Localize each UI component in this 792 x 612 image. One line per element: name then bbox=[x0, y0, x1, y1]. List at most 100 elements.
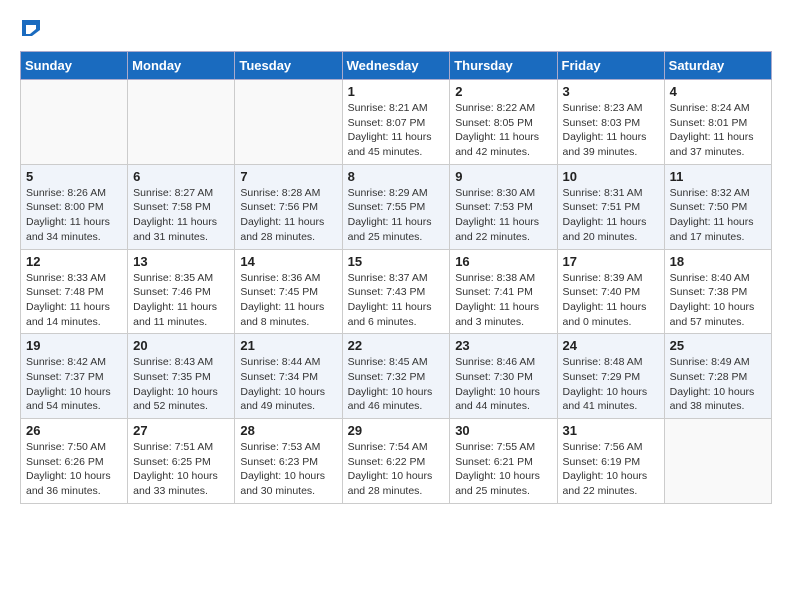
day-number: 2 bbox=[455, 84, 551, 99]
sunrise-text: Sunrise: 7:53 AM bbox=[240, 440, 336, 455]
calendar-cell: 25Sunrise: 8:49 AMSunset: 7:28 PMDayligh… bbox=[664, 334, 771, 419]
calendar-cell: 20Sunrise: 8:43 AMSunset: 7:35 PMDayligh… bbox=[128, 334, 235, 419]
sunset-text: Sunset: 6:22 PM bbox=[348, 455, 445, 470]
day-number: 13 bbox=[133, 254, 229, 269]
daylight-text: Daylight: 10 hours and 38 minutes. bbox=[670, 385, 766, 414]
sunset-text: Sunset: 8:03 PM bbox=[563, 116, 659, 131]
daylight-text: Daylight: 11 hours and 37 minutes. bbox=[670, 130, 766, 159]
sunrise-text: Sunrise: 8:48 AM bbox=[563, 355, 659, 370]
calendar-cell: 28Sunrise: 7:53 AMSunset: 6:23 PMDayligh… bbox=[235, 419, 342, 504]
day-number: 6 bbox=[133, 169, 229, 184]
day-number: 18 bbox=[670, 254, 766, 269]
sunrise-text: Sunrise: 7:50 AM bbox=[26, 440, 122, 455]
sunset-text: Sunset: 6:26 PM bbox=[26, 455, 122, 470]
col-header-friday: Friday bbox=[557, 52, 664, 80]
day-number: 14 bbox=[240, 254, 336, 269]
day-number: 11 bbox=[670, 169, 766, 184]
calendar-cell: 17Sunrise: 8:39 AMSunset: 7:40 PMDayligh… bbox=[557, 249, 664, 334]
daylight-text: Daylight: 11 hours and 31 minutes. bbox=[133, 215, 229, 244]
calendar-cell: 10Sunrise: 8:31 AMSunset: 7:51 PMDayligh… bbox=[557, 164, 664, 249]
day-number: 5 bbox=[26, 169, 122, 184]
week-row-1: 1Sunrise: 8:21 AMSunset: 8:07 PMDaylight… bbox=[21, 80, 772, 165]
day-number: 1 bbox=[348, 84, 445, 99]
day-number: 19 bbox=[26, 338, 122, 353]
calendar-cell: 16 Sunrise: 8:38 AMSunset: 7:41 PMDayligh… bbox=[450, 249, 557, 334]
daylight-text: Daylight: 11 hours and 14 minutes. bbox=[26, 300, 122, 329]
sunset-text: Sunset: 7:43 PM bbox=[348, 285, 445, 300]
sunset-text: Sunset: 7:40 PM bbox=[563, 285, 659, 300]
sunset-text: Sunset: 7:56 PM bbox=[240, 200, 336, 215]
daylight-text: Daylight: 11 hours and 25 minutes. bbox=[348, 215, 445, 244]
page-header bbox=[20, 20, 772, 41]
daylight-text: Daylight: 11 hours and 3 minutes. bbox=[455, 300, 551, 329]
daylight-text: Daylight: 11 hours and 34 minutes. bbox=[26, 215, 122, 244]
calendar-cell: 3 Sunrise: 8:23 AMSunset: 8:03 PMDaylight… bbox=[557, 80, 664, 165]
day-number: 3 bbox=[563, 84, 659, 99]
day-number: 26 bbox=[26, 423, 122, 438]
day-number: 24 bbox=[563, 338, 659, 353]
sunrise-text: Sunrise: 8:36 AM bbox=[240, 271, 336, 286]
daylight-text: Daylight: 11 hours and 42 minutes. bbox=[455, 130, 551, 159]
calendar-cell bbox=[21, 80, 128, 165]
sunset-text: Sunset: 6:21 PM bbox=[455, 455, 551, 470]
day-number: 27 bbox=[133, 423, 229, 438]
sunset-text: Sunset: 7:58 PM bbox=[133, 200, 229, 215]
sunrise-text: Sunrise: 7:55 AM bbox=[455, 440, 551, 455]
sunset-text: Sunset: 7:35 PM bbox=[133, 370, 229, 385]
day-number: 4 bbox=[670, 84, 766, 99]
calendar-cell: 30Sunrise: 7:55 AMSunset: 6:21 PMDayligh… bbox=[450, 419, 557, 504]
day-number: 7 bbox=[240, 169, 336, 184]
sunset-text: Sunset: 7:34 PM bbox=[240, 370, 336, 385]
daylight-text: Daylight: 10 hours and 30 minutes. bbox=[240, 469, 336, 498]
sunset-text: Sunset: 7:55 PM bbox=[348, 200, 445, 215]
sunrise-text: Sunrise: 8:30 AM bbox=[455, 186, 551, 201]
sunset-text: Sunset: 7:46 PM bbox=[133, 285, 229, 300]
sunset-text: Sunset: 7:51 PM bbox=[563, 200, 659, 215]
day-number: 10 bbox=[563, 169, 659, 184]
calendar-cell: 11Sunrise: 8:32 AMSunset: 7:50 PMDayligh… bbox=[664, 164, 771, 249]
daylight-text: Daylight: 11 hours and 0 minutes. bbox=[563, 300, 659, 329]
daylight-text: Daylight: 10 hours and 52 minutes. bbox=[133, 385, 229, 414]
week-row-2: 5Sunrise: 8:26 AMSunset: 8:00 PMDaylight… bbox=[21, 164, 772, 249]
logo bbox=[20, 20, 40, 41]
daylight-text: Daylight: 10 hours and 57 minutes. bbox=[670, 300, 766, 329]
sunrise-text: Sunrise: 8:21 AM bbox=[348, 101, 445, 116]
sunrise-text: Sunrise: 8:38 AM bbox=[455, 271, 551, 286]
calendar-cell bbox=[235, 80, 342, 165]
sunrise-text: Sunrise: 7:56 AM bbox=[563, 440, 659, 455]
sunset-text: Sunset: 8:01 PM bbox=[670, 116, 766, 131]
day-number: 30 bbox=[455, 423, 551, 438]
week-row-3: 12Sunrise: 8:33 AMSunset: 7:48 PMDayligh… bbox=[21, 249, 772, 334]
sunset-text: Sunset: 6:25 PM bbox=[133, 455, 229, 470]
day-number: 22 bbox=[348, 338, 445, 353]
calendar-cell: 29Sunrise: 7:54 AMSunset: 6:22 PMDayligh… bbox=[342, 419, 450, 504]
calendar-cell: 19Sunrise: 8:42 AMSunset: 7:37 PMDayligh… bbox=[21, 334, 128, 419]
sunset-text: Sunset: 7:38 PM bbox=[670, 285, 766, 300]
col-header-monday: Monday bbox=[128, 52, 235, 80]
col-header-saturday: Saturday bbox=[664, 52, 771, 80]
sunrise-text: Sunrise: 8:23 AM bbox=[563, 101, 659, 116]
sunset-text: Sunset: 7:37 PM bbox=[26, 370, 122, 385]
sunset-text: Sunset: 7:53 PM bbox=[455, 200, 551, 215]
sunrise-text: Sunrise: 8:44 AM bbox=[240, 355, 336, 370]
sunset-text: Sunset: 6:19 PM bbox=[563, 455, 659, 470]
week-row-4: 19 Sunrise: 8:42 AMSunset: 7:37 PM Dayligh… bbox=[21, 334, 772, 419]
day-number: 9 bbox=[455, 169, 551, 184]
calendar-cell: 4Sunrise: 8:24 AMSunset: 8:01 PMDaylight… bbox=[664, 80, 771, 165]
daylight-text: Daylight: 11 hours and 11 minutes. bbox=[133, 300, 229, 329]
day-number: 17 bbox=[563, 254, 659, 269]
sunrise-text: Sunrise: 7:51 AM bbox=[133, 440, 229, 455]
calendar-cell: 27Sunrise: 7:51 AMSunset: 6:25 PMDayligh… bbox=[128, 419, 235, 504]
calendar-cell: 18Sunrise: 8:40 AMSunset: 7:38 PMDayligh… bbox=[664, 249, 771, 334]
sunrise-text: Sunrise: 8:42 AM bbox=[26, 355, 122, 370]
calendar-cell bbox=[664, 419, 771, 504]
calendar-cell: 24Sunrise: 8:48 AMSunset: 7:29 PMDayligh… bbox=[557, 334, 664, 419]
daylight-text: Daylight: 10 hours and 22 minutes. bbox=[563, 469, 659, 498]
sunrise-text: Sunrise: 8:29 AM bbox=[348, 186, 445, 201]
daylight-text: Daylight: 11 hours and 39 minutes. bbox=[563, 130, 659, 159]
sunset-text: Sunset: 8:05 PM bbox=[455, 116, 551, 131]
day-number: 23 bbox=[455, 338, 551, 353]
day-number: 16 bbox=[455, 254, 551, 269]
sunset-text: Sunset: 7:41 PM bbox=[455, 285, 551, 300]
sunrise-text: Sunrise: 8:45 AM bbox=[348, 355, 445, 370]
